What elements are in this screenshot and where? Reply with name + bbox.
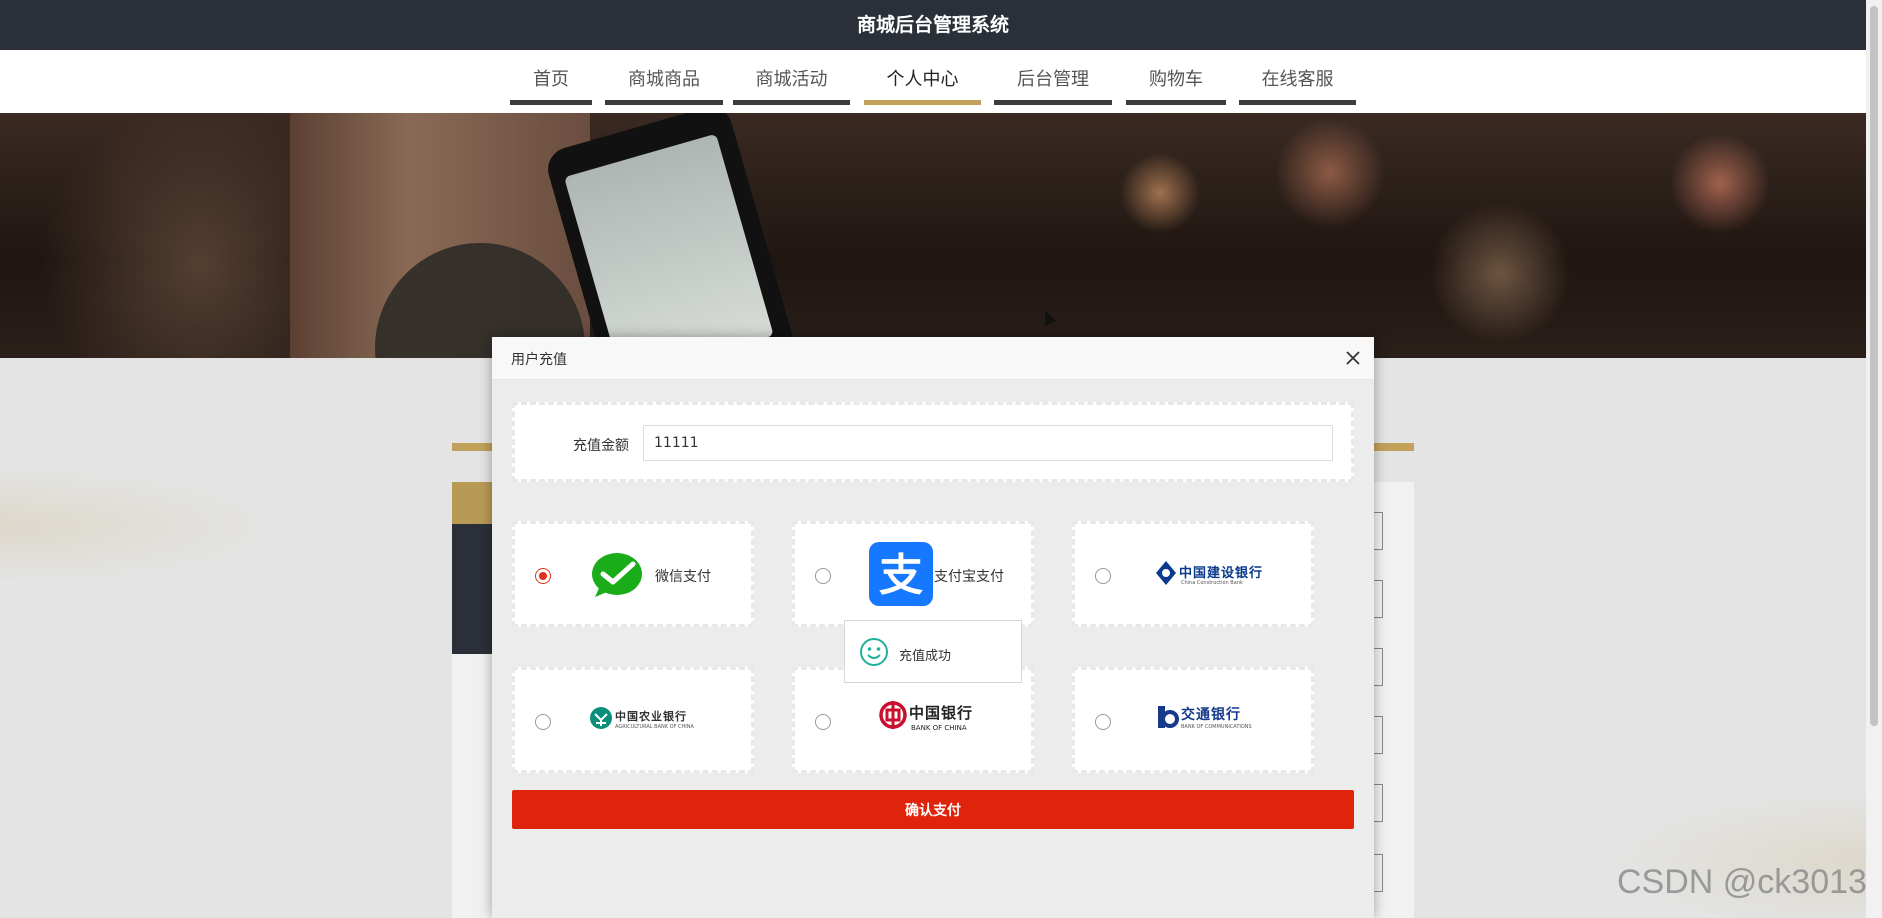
amount-input[interactable] bbox=[643, 425, 1333, 461]
bank-sub-abc: AGRICULTURAL BANK OF CHINA bbox=[615, 724, 694, 730]
close-icon[interactable] bbox=[1346, 345, 1360, 370]
payment-option-bocom[interactable]: 交通银行 BANK OF COMMUNICATIONS bbox=[1072, 667, 1314, 773]
payment-option-ccb[interactable]: 中国建设银行 China Construction Bank bbox=[1072, 521, 1314, 627]
content-card-sidebar-accent bbox=[452, 482, 492, 524]
success-toast: 充值成功 bbox=[844, 620, 1022, 683]
boc-logo bbox=[879, 700, 907, 734]
bank-name-bocom: 交通银行 bbox=[1181, 707, 1241, 723]
hero-banner bbox=[0, 113, 1866, 358]
nav-item-cart[interactable]: 购物车 bbox=[1126, 50, 1226, 105]
payment-option-wechat[interactable]: 微信支付 bbox=[512, 521, 754, 627]
ccb-logo bbox=[1155, 560, 1177, 590]
nav-item-personal-center[interactable]: 个人中心 bbox=[864, 50, 981, 105]
app-title: 商城后台管理系统 bbox=[856, 14, 1009, 36]
radio-ccb[interactable] bbox=[1095, 568, 1111, 584]
scrollbar-thumb[interactable] bbox=[1870, 6, 1878, 726]
bank-sub-bocom: BANK OF COMMUNICATIONS bbox=[1181, 724, 1252, 730]
page-scrollbar[interactable] bbox=[1866, 0, 1882, 918]
csdn-watermark: CSDN @ck3013 bbox=[1617, 863, 1867, 901]
radio-wechat[interactable] bbox=[535, 568, 551, 584]
top-header: 商城后台管理系统 bbox=[0, 0, 1866, 50]
nav-item-home[interactable]: 首页 bbox=[510, 50, 592, 105]
payment-option-abc[interactable]: 中国农业银行 AGRICULTURAL BANK OF CHINA bbox=[512, 667, 754, 773]
amount-panel: 充值金额 bbox=[512, 402, 1354, 482]
smile-icon bbox=[859, 637, 889, 671]
alipay-icon: 支 bbox=[869, 542, 933, 610]
toast-message: 充值成功 bbox=[899, 649, 952, 664]
nav-item-activities[interactable]: 商城活动 bbox=[733, 50, 850, 105]
amount-label: 充值金额 bbox=[573, 438, 629, 454]
payment-option-alipay[interactable]: 支 支付宝支付 bbox=[792, 521, 1034, 627]
wechat-pay-icon bbox=[591, 552, 643, 602]
bank-sub-ccb: China Construction Bank bbox=[1181, 580, 1243, 586]
confirm-payment-button[interactable]: 确认支付 bbox=[512, 790, 1354, 829]
radio-abc[interactable] bbox=[535, 714, 551, 730]
bank-name-boc: 中国银行 bbox=[909, 704, 974, 722]
nav-item-support[interactable]: 在线客服 bbox=[1239, 50, 1356, 105]
main-nav: 首页 商城商品 商城活动 个人中心 后台管理 购物车 在线客服 bbox=[0, 50, 1866, 113]
radio-alipay[interactable] bbox=[815, 568, 831, 584]
payment-label-alipay: 支付宝支付 bbox=[934, 569, 1004, 585]
svg-text:支: 支 bbox=[879, 550, 923, 601]
banner-phone-screen bbox=[564, 133, 774, 358]
nav-item-products[interactable]: 商城商品 bbox=[605, 50, 723, 105]
abc-logo bbox=[589, 706, 613, 734]
bocom-logo bbox=[1155, 704, 1179, 734]
bank-name-ccb: 中国建设银行 bbox=[1179, 566, 1264, 581]
radio-boc[interactable] bbox=[815, 714, 831, 730]
payment-label-wechat: 微信支付 bbox=[655, 569, 711, 585]
modal-header: 用户充值 bbox=[492, 337, 1374, 380]
bank-name-abc: 中国农业银行 bbox=[615, 710, 687, 723]
bank-sub-boc: BANK OF CHINA bbox=[911, 724, 967, 732]
modal-title: 用户充值 bbox=[511, 352, 567, 368]
radio-bocom[interactable] bbox=[1095, 714, 1111, 730]
nav-item-admin[interactable]: 后台管理 bbox=[994, 50, 1112, 105]
